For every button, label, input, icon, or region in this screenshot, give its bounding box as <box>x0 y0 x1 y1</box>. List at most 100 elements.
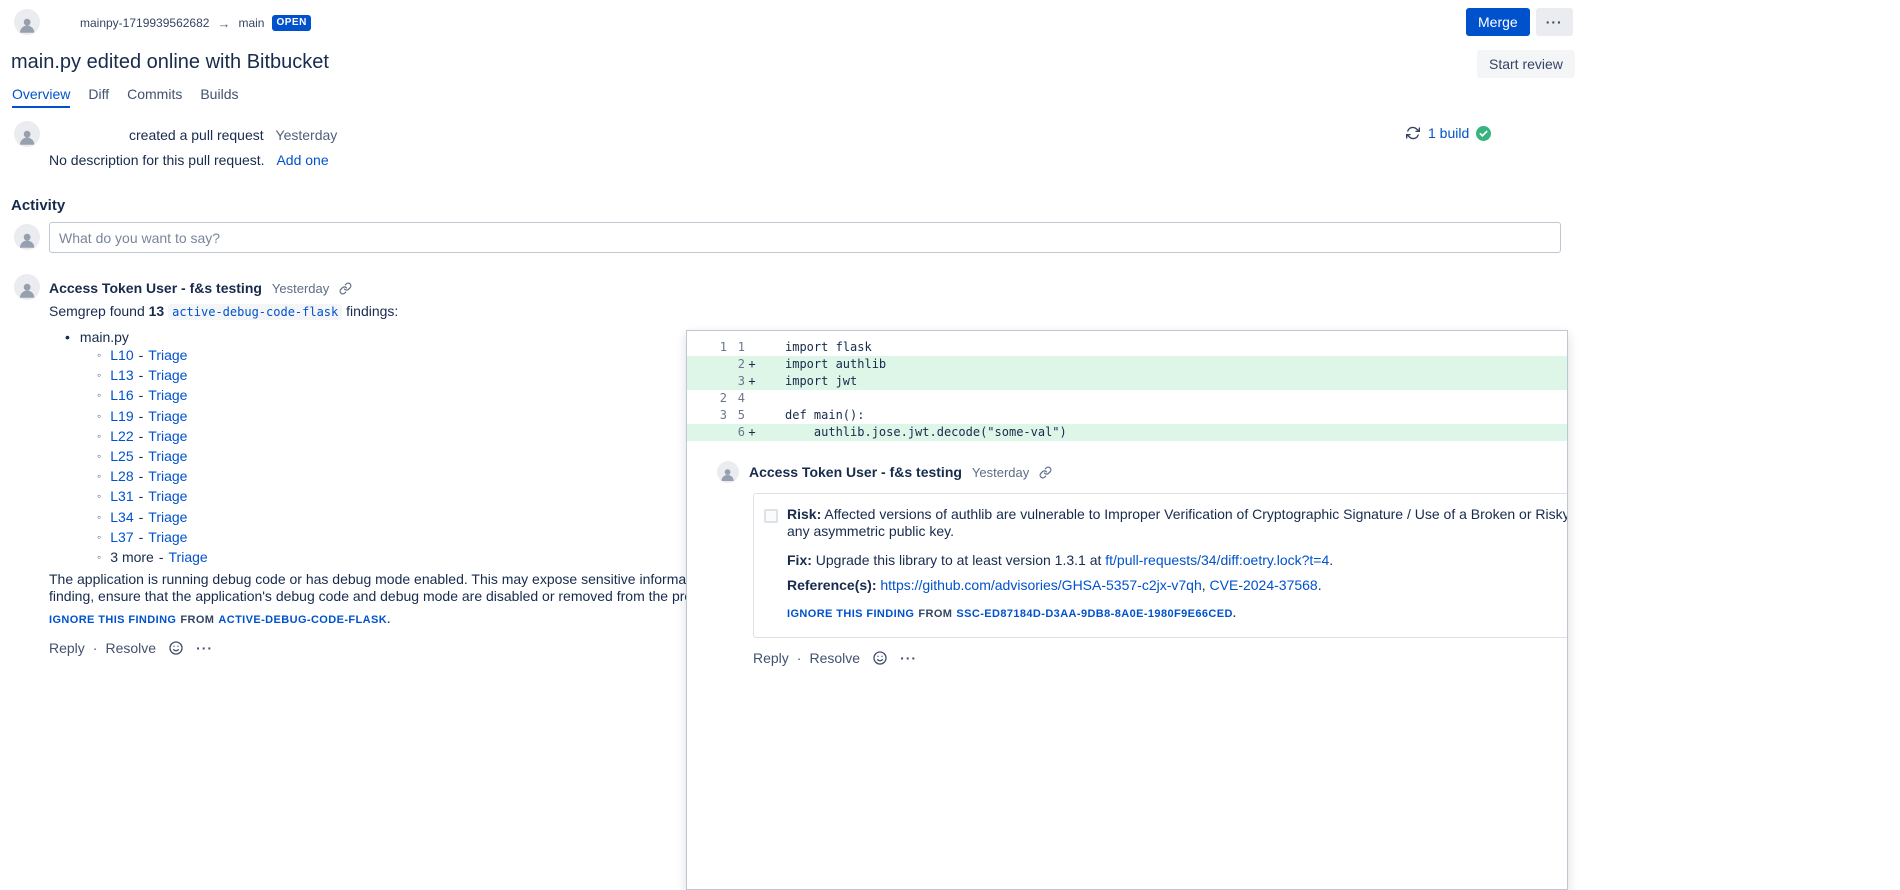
finding-card: Risk: Affected versions of authlib are v… <box>753 493 1568 638</box>
reply-button[interactable]: Reply <box>753 650 789 666</box>
risk-line: Risk: Affected versions of authlib are v… <box>787 506 1568 523</box>
finding-line-link[interactable]: L13 <box>110 367 133 383</box>
tab-commits[interactable]: Commits <box>127 86 182 108</box>
permalink-icon[interactable] <box>339 282 352 295</box>
current-user-avatar <box>14 224 40 250</box>
finding-line-link[interactable]: L37 <box>110 529 133 545</box>
risk-label: Risk: <box>787 506 821 522</box>
rule-link[interactable]: active-debug-code-flask <box>168 304 342 320</box>
author-avatar <box>14 121 40 147</box>
finding-triage-link[interactable]: Triage <box>148 529 187 545</box>
tab-diff[interactable]: Diff <box>88 86 109 108</box>
finding-item: L10-Triage <box>97 345 208 365</box>
header-actions: Merge ··· <box>1466 8 1573 36</box>
inline-commenter-avatar <box>717 461 739 483</box>
code-text: import flask <box>759 339 872 356</box>
cve-link[interactable]: CVE-2024-37568 <box>1210 577 1318 593</box>
ignore-period: . <box>1233 608 1236 620</box>
repo-avatar <box>14 9 40 35</box>
resolve-button[interactable]: Resolve <box>105 640 156 656</box>
finding-item: L34-Triage <box>97 507 208 527</box>
ignore-finding-link[interactable]: IGNORE THIS FINDING <box>787 608 914 620</box>
comment-input[interactable] <box>49 222 1561 253</box>
created-time: Yesterday <box>276 127 338 143</box>
build-count-link[interactable]: 1 build <box>1428 125 1469 141</box>
summary-prefix: Semgrep found <box>49 303 145 319</box>
more-options-button[interactable]: ··· <box>1536 8 1573 36</box>
code-text: import jwt <box>759 373 857 390</box>
diff-sign: + <box>745 424 759 441</box>
resolve-button[interactable]: Resolve <box>809 650 860 666</box>
finding-triage-link[interactable]: Triage <box>148 428 187 444</box>
finding-line-link[interactable]: L10 <box>110 347 133 363</box>
ignore-target-link[interactable]: ACTIVE-DEBUG-CODE-FLASK <box>218 614 387 626</box>
finding-line-link[interactable]: L34 <box>110 509 133 525</box>
finding-triage-link[interactable]: Triage <box>148 468 187 484</box>
finding-line-link[interactable]: L28 <box>110 468 133 484</box>
add-description-link[interactable]: Add one <box>276 152 328 168</box>
finding-checkbox[interactable] <box>764 509 778 523</box>
advisory-link[interactable]: https://github.com/advisories/GHSA-5357-… <box>880 577 1201 593</box>
activity-heading: Activity <box>11 197 65 214</box>
finding-line-link[interactable]: L31 <box>110 488 133 504</box>
finding-line-link[interactable]: L19 <box>110 408 133 424</box>
file-name: main.py <box>80 329 129 345</box>
comment-author[interactable]: Access Token User - f&s testing <box>49 280 262 296</box>
commenter-avatar <box>14 274 40 300</box>
ignore-target-link[interactable]: SSC-ED87184D-D3AA-9DB8-8A0E-1980F9E66CED <box>956 608 1232 620</box>
code-text: def main(): <box>759 407 864 424</box>
comment-more-button[interactable]: ··· <box>900 650 917 666</box>
finding-separator: - <box>139 367 144 383</box>
permalink-icon[interactable] <box>1039 466 1052 479</box>
merge-button[interactable]: Merge <box>1466 8 1530 36</box>
tab-overview[interactable]: Overview <box>12 86 70 108</box>
finding-triage-link[interactable]: Triage <box>148 347 187 363</box>
finding-separator: - <box>159 549 164 565</box>
finding-item: L16-Triage <box>97 385 208 405</box>
start-review-button[interactable]: Start review <box>1477 50 1575 78</box>
comment-body: The application is running debug code or… <box>49 571 774 605</box>
finding-separator: - <box>139 347 144 363</box>
fix-link[interactable]: ft/pull-requests/34/diff:oetry.lock?t=4 <box>1105 552 1329 568</box>
finding-triage-link[interactable]: Triage <box>148 408 187 424</box>
old-line-number <box>687 356 727 373</box>
diff-line: 24 <box>687 390 1567 407</box>
finding-triage-link[interactable]: Triage <box>148 488 187 504</box>
semgrep-summary: Semgrep found 13 active-debug-code-flask… <box>49 303 398 319</box>
finding-triage-link[interactable]: Triage <box>148 387 187 403</box>
diff-line-added: 2+import authlib <box>687 356 1567 373</box>
ignore-from-text: FROM <box>918 608 952 620</box>
references-label: Reference(s): <box>787 577 876 593</box>
add-reaction-icon[interactable] <box>872 650 888 666</box>
finding-line-link[interactable]: L16 <box>110 387 133 403</box>
finding-triage-link[interactable]: Triage <box>148 509 187 525</box>
ignore-finding-link[interactable]: IGNORE THIS FINDING <box>49 614 176 626</box>
references-line: Reference(s): https://github.com/advisor… <box>787 577 1568 594</box>
finding-line-link[interactable]: L22 <box>110 428 133 444</box>
finding-line-link[interactable]: L25 <box>110 448 133 464</box>
diff-sign: + <box>745 356 759 373</box>
source-branch-link[interactable]: mainpy-1719939562682 <box>80 16 209 30</box>
finding-triage-link[interactable]: Triage <box>148 367 187 383</box>
comment-header: Access Token User - f&s testing Yesterda… <box>49 280 352 296</box>
finding-separator: - <box>139 428 144 444</box>
finding-triage-link[interactable]: Triage <box>169 549 208 565</box>
reply-button[interactable]: Reply <box>49 640 85 656</box>
build-success-icon <box>1476 126 1491 141</box>
finding-count: 13 <box>149 303 165 319</box>
comment-more-button[interactable]: ··· <box>196 640 213 656</box>
diff-line-added: 3+import jwt <box>687 373 1567 390</box>
inline-comment-author[interactable]: Access Token User - f&s testing <box>749 464 962 480</box>
diff-line-added: 6+ authlib.jose.jwt.decode("some-val") <box>687 424 1567 441</box>
old-line-number: 1 <box>687 339 727 356</box>
description-line: No description for this pull request. Ad… <box>49 152 329 168</box>
inline-comment-time: Yesterday <box>972 465 1029 480</box>
inline-comment-area: Access Token User - f&s testing Yesterda… <box>687 441 1568 890</box>
add-reaction-icon[interactable] <box>168 640 184 656</box>
pr-state-badge: OPEN <box>272 15 310 31</box>
finding-triage-link[interactable]: Triage <box>148 448 187 464</box>
new-line-number: 4 <box>727 390 745 407</box>
old-line-number <box>687 424 727 441</box>
target-branch-link[interactable]: main <box>238 16 264 30</box>
tab-builds[interactable]: Builds <box>200 86 238 108</box>
